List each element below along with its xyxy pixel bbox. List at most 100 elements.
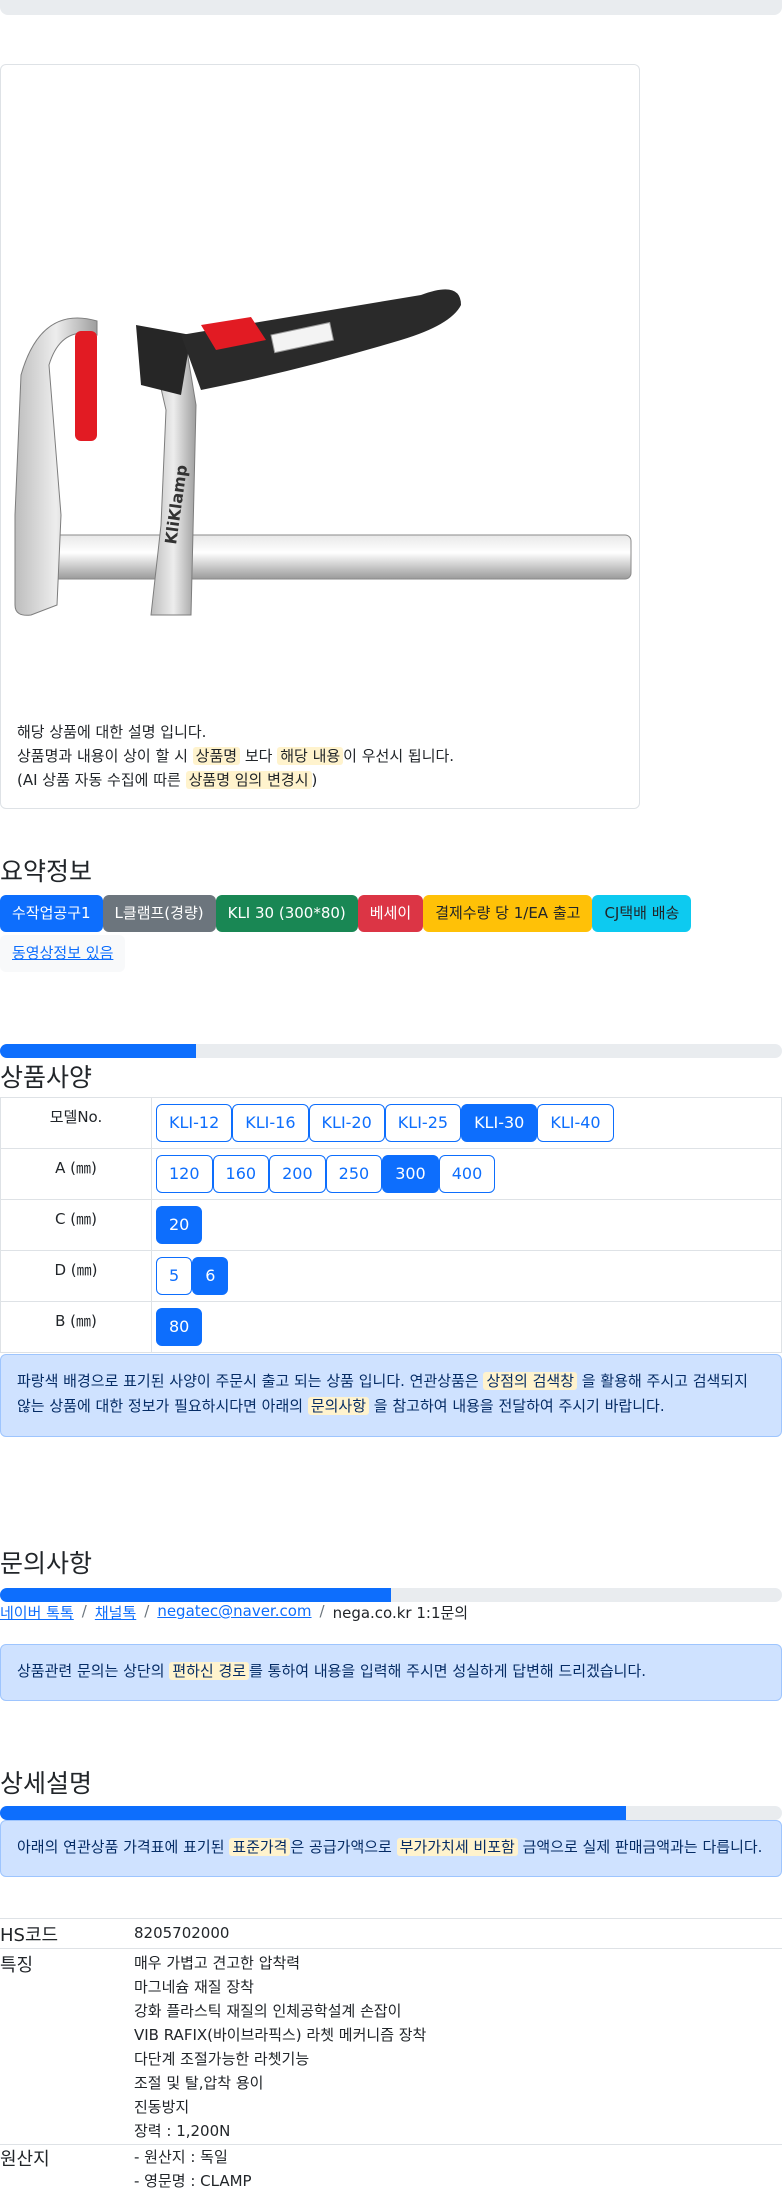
spec-progress-bar [0, 1044, 782, 1058]
desc-text: 보다 [240, 747, 278, 765]
notice-text: 은 공급가액으로 [290, 1838, 397, 1856]
spec-label: A (㎜) [0, 1148, 152, 1200]
summary-title: 요약정보 [0, 857, 93, 886]
subcategory-badge: L클램프(경량) [102, 895, 216, 932]
spec-row-a: A (㎜) 120 160 200 250 300 400 [0, 1148, 782, 1200]
category-badge: 수작업공구1 [0, 895, 103, 932]
highlight: 상품명 임의 변경시 [185, 771, 312, 789]
option-button[interactable]: 120 [156, 1155, 213, 1193]
model-badge: KLI 30 (300*80) [215, 895, 358, 932]
spec-options: 20 [151, 1199, 782, 1251]
option-button[interactable]: 250 [325, 1155, 383, 1193]
inquiry-title: 문의사항 [0, 1549, 93, 1578]
notice-text: 아래의 연관상품 가격표에 표기된 [17, 1838, 230, 1856]
notice-text: 를 통하여 내용을 입력해 주시면 성실하게 답변해 드리겠습니다. [249, 1662, 647, 1680]
desc-text: ) [311, 771, 318, 789]
spec-row-b: B (㎜) 80 [0, 1301, 782, 1353]
option-button-selected[interactable]: KLI-30 [461, 1104, 538, 1142]
origin-item: - 원산지 : 독일 [134, 2148, 228, 2166]
inquiry-channels: 네이버 톡톡 / 채널톡 / negatec@naver.com / nega.co.… [0, 1602, 468, 1623]
notice-text: 상품관련 문의는 상단의 [17, 1662, 170, 1680]
option-button[interactable]: KLI-20 [308, 1104, 385, 1142]
highlight: 부가가치세 비포함 [396, 1838, 518, 1856]
spec-notice: 파랑색 배경으로 표기된 사양이 주문시 출고 되는 상품 입니다. 연관상품은… [0, 1354, 782, 1437]
option-button[interactable]: KLI-25 [384, 1104, 462, 1142]
feature-item: 조절 및 탈,압착 용이 [134, 2074, 264, 2092]
separator: / [81, 1602, 87, 1620]
option-button[interactable]: KLI-16 [232, 1104, 309, 1142]
spec-label: B (㎜) [0, 1301, 152, 1353]
feature-item: 장력 : 1,200N [134, 2122, 231, 2140]
hs-code-value: 8205702000 [134, 1924, 230, 1942]
option-button-selected[interactable]: 300 [382, 1155, 439, 1193]
option-button[interactable]: 200 [269, 1155, 326, 1193]
desc-line-2: 상품명과 내용이 상이 할 시 상품명 보다 해당 내용 이 우선시 됩니다. [17, 744, 454, 768]
feature-item: VIB RAFIX(바이브라픽스) 라쳇 메커니즘 장착 [134, 2026, 427, 2044]
highlight: 상품명 [192, 747, 241, 765]
product-image: KliKlamp [14, 289, 632, 616]
feature-item: 다단계 조절가능한 라쳇기능 [134, 2050, 310, 2068]
site-inquiry-text: nega.co.kr 1:1문의 [332, 1604, 469, 1622]
spec-title: 상품사양 [0, 1063, 93, 1092]
hs-code-label: HS코드 [0, 1925, 59, 1946]
highlight: 편하신 경로 [169, 1662, 250, 1680]
spec-row-d: D (㎜) 56 [0, 1250, 782, 1302]
desc-line-3: (AI 상품 자동 수집에 따른 상품명 임의 변경시) [17, 768, 454, 792]
channel-talk-link[interactable]: 채널톡 [95, 1602, 136, 1623]
origin-list: - 원산지 : 독일 - 영문명 : CLAMP [134, 2145, 252, 2192]
spec-options: 80 [151, 1301, 782, 1353]
desc-line-1: 해당 상품에 대한 설명 입니다. [17, 723, 207, 741]
desc-text: 상품명과 내용이 상이 할 시 [17, 747, 193, 765]
option-button[interactable]: KLI-40 [537, 1104, 614, 1142]
detail-progress-bar [0, 1806, 782, 1820]
naver-talk-link[interactable]: 네이버 톡톡 [0, 1602, 74, 1623]
summary-badges: 수작업공구1 L클램프(경량) KLI 30 (300*80) 베세이 결제수량… [0, 895, 720, 932]
video-info-link[interactable]: 동영상정보 있음 [0, 935, 126, 972]
spec-row-c: C (㎜) 20 [0, 1199, 782, 1251]
top-bar [0, 0, 782, 15]
detail-progress-fill [0, 1806, 626, 1820]
hs-code-row: HS코드 8205702000 [0, 1918, 782, 1948]
separator: / [319, 1602, 325, 1620]
detail-title: 상세설명 [0, 1769, 93, 1798]
detail-notice: 아래의 연관상품 가격표에 표기된 표준가격 은 공급가액으로 부가가치세 비포함… [0, 1820, 782, 1877]
inquiry-progress-fill [0, 1588, 391, 1602]
desc-text: 이 우선시 됩니다. [343, 747, 455, 765]
option-button[interactable]: 5 [156, 1257, 193, 1295]
highlight: 문의사항 [307, 1397, 370, 1415]
spec-label: 모델No. [0, 1097, 152, 1149]
shipping-badge: CJ택배 배송 [592, 895, 692, 932]
quantity-badge: 결제수량 당 1/EA 출고 [423, 895, 593, 932]
highlight: 상점의 검색창 [483, 1372, 578, 1390]
origin-item: - 영문명 : CLAMP [134, 2172, 252, 2190]
highlight: 표준가격 [229, 1838, 291, 1856]
inquiry-notice: 상품관련 문의는 상단의 편하신 경로 를 통하여 내용을 입력해 주시면 성실하… [0, 1644, 782, 1701]
spec-options: 56 [151, 1250, 782, 1302]
features-row: 특징 매우 가볍고 견고한 압착력 마그네슘 재질 장착 강화 플라스틱 재질의… [0, 1948, 782, 2144]
brand-badge: 베세이 [357, 895, 424, 932]
option-button[interactable]: 160 [212, 1155, 270, 1193]
feature-item: 매우 가볍고 견고한 압착력 [134, 1954, 301, 1972]
notice-text: 파랑색 배경으로 표기된 사양이 주문시 출고 되는 상품 입니다. 연관상품은 [17, 1372, 484, 1390]
highlight: 해당 내용 [277, 747, 344, 765]
spec-table: 모델No. KLI-12 KLI-16 KLI-20 KLI-25 KLI-30 KLI-… [0, 1097, 782, 1353]
email-link[interactable]: negatec@naver.com [157, 1602, 311, 1623]
feature-item: 강화 플라스틱 재질의 인체공학설계 손잡이 [134, 2002, 402, 2020]
feature-item: 진동방지 [134, 2098, 190, 2116]
feature-item: 마그네슘 재질 장착 [134, 1978, 254, 1996]
product-card: KliKlamp 해당 상품에 대한 설명 입니다. 상품명과 내용이 상이 할… [0, 64, 640, 809]
spec-options: 120 160 200 250 300 400 [151, 1148, 782, 1200]
separator: / [144, 1602, 150, 1620]
spec-label: C (㎜) [0, 1199, 152, 1251]
origin-label: 원산지 [0, 2149, 50, 2170]
option-button[interactable]: 400 [438, 1155, 496, 1193]
spec-options: KLI-12 KLI-16 KLI-20 KLI-25 KLI-30 KLI-40 [151, 1097, 782, 1149]
option-button-selected[interactable]: 6 [192, 1257, 229, 1295]
spec-row-model: 모델No. KLI-12 KLI-16 KLI-20 KLI-25 KLI-30 KLI-… [0, 1097, 782, 1149]
features-label: 특징 [0, 1955, 34, 1976]
option-button[interactable]: KLI-12 [156, 1104, 233, 1142]
option-button-selected[interactable]: 80 [156, 1308, 203, 1346]
option-button-selected[interactable]: 20 [156, 1206, 203, 1244]
origin-row: 원산지 - 원산지 : 독일 - 영문명 : CLAMP [0, 2144, 782, 2192]
inquiry-progress-bar [0, 1588, 782, 1602]
